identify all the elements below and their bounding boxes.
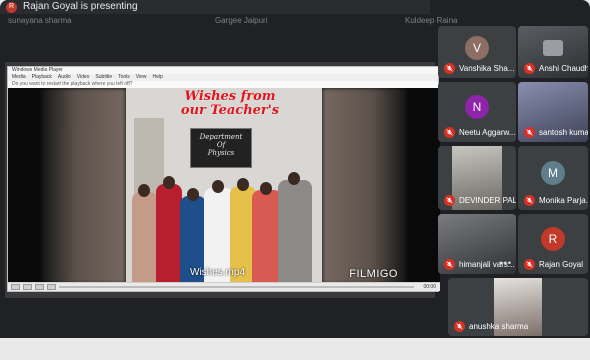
ghost-label-text: Gargee Jaipuri (215, 16, 268, 25)
participant-label: Rajan Goyal (539, 260, 584, 269)
presenter-avatar: R (6, 1, 17, 13)
board-line: Of (216, 141, 226, 149)
person-head (260, 182, 272, 195)
person-head (237, 178, 249, 191)
video-blur-right (322, 88, 406, 284)
participant-tile[interactable]: Anshi Chaudh... (518, 26, 588, 78)
participant-name: Neetu Aggarw... (444, 127, 515, 138)
stop-button[interactable] (23, 284, 32, 290)
avatar (543, 39, 563, 56)
participant-label: santosh kumar (539, 128, 588, 137)
ghost-label-text: Kuldeep Raina (405, 16, 458, 25)
participant-tile[interactable]: M Monika Parja... (518, 146, 588, 210)
ghost-label-1: sunayana sharma (8, 16, 72, 25)
participant-tile[interactable]: DEVINDER PAL (438, 146, 516, 210)
video-frame: Wishes from our Teacher's Department Of … (126, 88, 322, 284)
play-button[interactable] (11, 284, 20, 290)
mic-off-icon (444, 127, 455, 138)
person-head (163, 176, 175, 189)
shared-screen: Windows Media Player Media Playback Audi… (5, 62, 440, 298)
menu-item[interactable]: Media (12, 74, 26, 81)
video-filename: Wishes.mp4 (190, 267, 246, 278)
person-figure (156, 184, 182, 284)
participant-name: santosh kumar (524, 127, 588, 138)
participant-label: anushka sharma (469, 322, 529, 331)
person-head (138, 184, 150, 197)
menu-item[interactable]: Tools (118, 74, 130, 81)
mic-off-icon (524, 259, 535, 270)
participant-name: Anshi Chaudh... (524, 63, 588, 74)
avatar: V (465, 35, 489, 60)
video-area[interactable]: Wishes from our Teacher's Department Of … (8, 88, 440, 284)
avatar: M (541, 160, 565, 185)
mic-off-icon (444, 259, 455, 270)
participant-label: DEVINDER PAL (459, 196, 516, 205)
menu-item[interactable]: Audio (58, 74, 71, 81)
media-player-window: Windows Media Player Media Playback Audi… (7, 66, 440, 292)
mic-off-icon (444, 195, 455, 206)
person-head (187, 188, 199, 201)
mic-off-icon (444, 63, 455, 74)
video-title-text: Wishes from our Teacher's (180, 89, 280, 118)
participant-name: anushka sharma (454, 321, 528, 332)
presenter-banner: R Rajan Goyal is presenting (0, 0, 430, 14)
menu-item[interactable]: Subtitle (95, 74, 112, 81)
menu-item[interactable]: Playback (32, 74, 52, 81)
video-watermark: FILMIGO (349, 268, 398, 280)
participant-name: DEVINDER PAL (444, 195, 516, 206)
board-line: Department (199, 133, 243, 141)
presenter-text: Rajan Goyal is presenting (23, 1, 138, 12)
ghost-label-2: Gargee Jaipuri (215, 16, 267, 25)
ghost-label-text: sunayana sharma (8, 16, 72, 25)
mic-off-icon (524, 63, 535, 74)
participant-tile[interactable]: himanjali vars... ••• (438, 214, 516, 274)
video-blur-left (42, 88, 126, 284)
player-info-bar: Do you want to restart the playback wher… (8, 81, 438, 88)
next-button[interactable] (47, 284, 56, 290)
player-titlebar: Windows Media Player (8, 67, 438, 74)
menu-item[interactable]: Video (77, 74, 90, 81)
person-figure (132, 192, 158, 284)
participant-tile[interactable]: santosh kumar (518, 82, 588, 142)
participant-label: Monika Parja... (539, 196, 588, 205)
avatar: R (541, 227, 565, 252)
menu-item[interactable]: View (136, 74, 147, 81)
player-controls: 00:00 (8, 282, 440, 291)
participant-tile[interactable]: R Rajan Goyal (518, 214, 588, 274)
more-dots-icon[interactable]: ••• (500, 258, 512, 268)
participant-tile[interactable]: V Vanshika Sha... (438, 26, 516, 78)
participant-label: Vanshika Sha... (459, 64, 515, 73)
mic-off-icon (524, 127, 535, 138)
person-figure (278, 180, 312, 284)
participant-label: Neetu Aggarw... (459, 128, 516, 137)
person-head (288, 172, 300, 185)
player-menubar: Media Playback Audio Video Subtitle Tool… (8, 74, 438, 81)
board-line: Physics (207, 149, 235, 157)
participant-tile[interactable]: N Neetu Aggarw... (438, 82, 516, 142)
participant-name: Monika Parja... (524, 195, 588, 206)
prev-button[interactable] (35, 284, 44, 290)
mic-off-icon (454, 321, 465, 332)
department-board: Department Of Physics (190, 128, 252, 168)
seek-bar[interactable] (59, 286, 415, 288)
menu-item[interactable]: Help (153, 74, 163, 81)
participant-name: Vanshika Sha... (444, 63, 514, 74)
participant-tile[interactable]: anushka sharma (448, 278, 588, 336)
ghost-label-3: Kuldeep Raina (405, 16, 457, 25)
mic-off-icon (524, 195, 535, 206)
participant-label: Anshi Chaudh... (539, 64, 588, 73)
meeting-screen: R Rajan Goyal is presenting sunayana sha… (0, 0, 590, 360)
bottom-margin (0, 338, 590, 360)
participant-name: Rajan Goyal (524, 259, 583, 270)
person-head (212, 180, 224, 193)
time-readout: 00:00 (423, 284, 436, 290)
avatar: N (465, 95, 489, 120)
